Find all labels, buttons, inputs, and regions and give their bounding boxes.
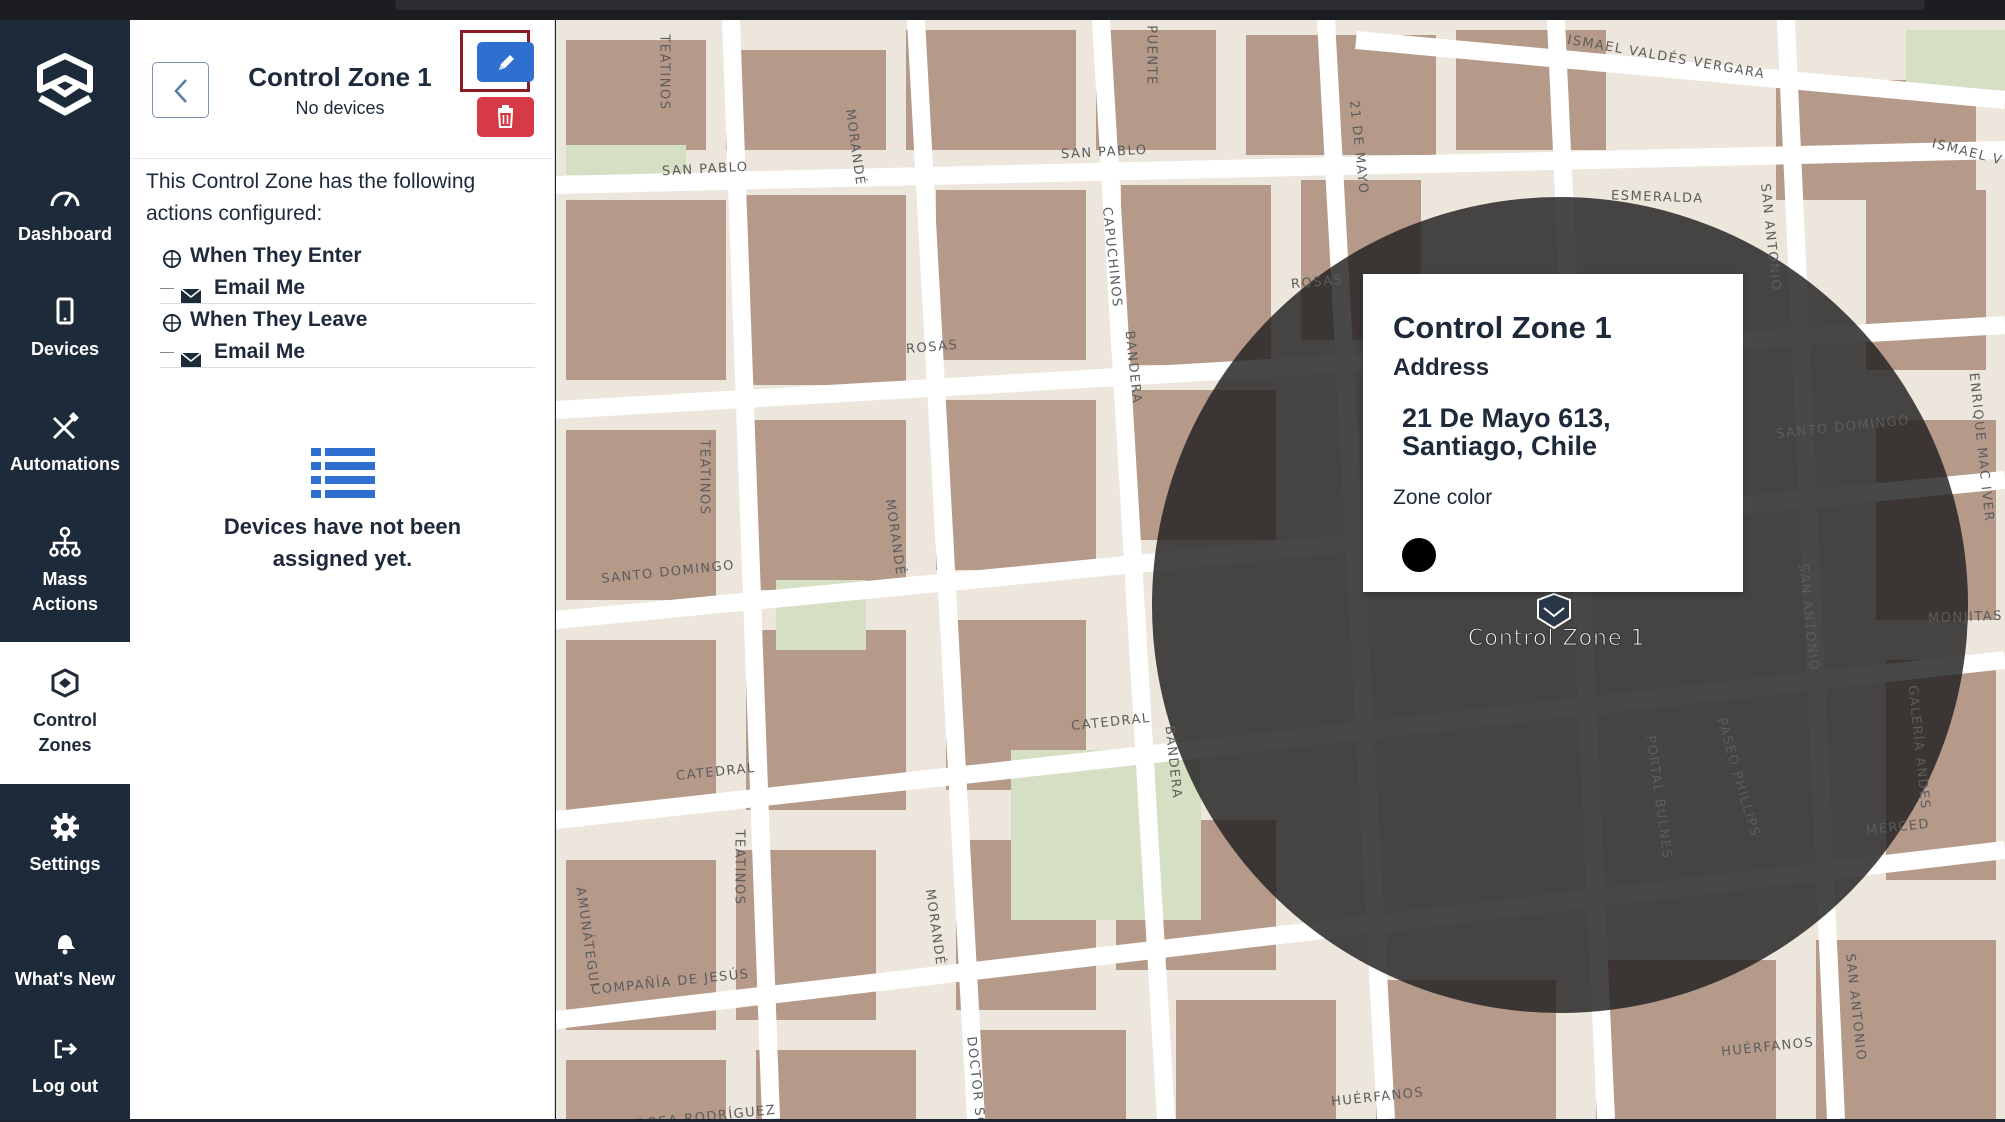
sidebar-item-settings[interactable]: Settings [0,810,130,910]
street-label: TEATINOS [696,439,712,516]
sidebar-item-log-out[interactable]: Log out [0,1032,130,1122]
popup-title: Control Zone 1 [1393,310,1612,345]
action-label: Email Me [214,340,306,363]
actions-intro-text: This Control Zone has the following acti… [146,170,476,225]
trash-icon [497,105,514,128]
device-count-text: No devices [295,98,385,118]
delete-button[interactable] [477,97,534,137]
header-divider [130,158,555,159]
gear-icon [48,810,82,844]
sidebar: Dashboard Devices Automations Mass Actio… [0,20,130,1119]
action-email-me: Email Me [160,336,535,368]
action-email-me: Email Me [160,272,535,304]
address-label: Address [1393,354,1490,381]
zone-info-popup: Control Zone 1 Address 21 De Mayo 613, S… [1363,274,1743,592]
envelope-icon [180,346,202,378]
browser-tab-bar [395,0,1925,10]
control-zone-icon [48,666,82,700]
trigger-when-leave: When They Leave [160,304,535,336]
street-label: PUENTE [1143,25,1159,86]
sidebar-item-label: What's New [14,969,116,989]
sidebar-item-dashboard[interactable]: Dashboard [0,180,130,280]
trigger-when-enter: When They Enter [160,240,535,272]
sidebar-item-label: Dashboard [17,224,113,244]
empty-devices-message: Devices have not been assigned yet. [223,514,462,571]
zone-marker-label: Control Zone 1 [1468,626,1646,652]
browser-top-strip [0,0,2005,20]
action-label: Email Me [214,276,306,299]
sidebar-item-label: Control Zones [33,710,97,755]
zone-color-swatch [1402,538,1436,572]
list-icon [310,448,375,498]
actions-tree: When They Enter Email Me When They Leave… [160,240,535,368]
sidebar-item-control-zones[interactable]: Control Zones [0,642,130,784]
trigger-label: When They Enter [190,244,362,267]
zone-color-label: Zone color [1393,486,1493,509]
gauge-icon [48,180,82,214]
control-zone-panel: Control Zone 1 No devices This Control Z… [130,20,555,1119]
edit-button[interactable] [477,42,534,82]
pencil-icon [499,55,514,70]
chevron-left-icon [174,79,187,103]
device-icon [48,295,82,329]
street-label: ESMERALDA [1610,188,1704,207]
address-value: 21 De Mayo 613, Santiago, Chile [1402,403,1611,461]
street-label: TEATINOS [656,34,672,111]
app-logo-icon[interactable] [30,50,100,130]
map-view[interactable]: SAN PABLO SAN PABLO ROSAS ROSAS SANTO DO… [556,20,2005,1119]
page-title: Control Zone 1 [248,62,432,92]
hierarchy-icon [48,525,82,559]
sidebar-item-label: Mass Actions [31,569,98,614]
sidebar-item-label: Devices [30,339,100,359]
sidebar-item-mass-actions[interactable]: Mass Actions [0,525,130,645]
empty-devices-state: Devices have not been assigned yet. [130,448,555,575]
trigger-label: When They Leave [190,308,368,331]
sidebar-item-automations[interactable]: Automations [0,410,130,510]
bell-icon [48,925,82,959]
street-label: TEATINOS [731,829,747,906]
sidebar-item-devices[interactable]: Devices [0,295,130,395]
sidebar-item-label: Log out [32,1076,98,1096]
street-label: MONJITAS [1927,608,2004,627]
logout-icon [48,1032,82,1066]
sidebar-item-label: Automations [10,454,120,474]
tools-icon [48,410,82,444]
sidebar-item-label: Settings [29,854,101,874]
back-button[interactable] [152,62,209,118]
sidebar-item-whats-new[interactable]: What's New [0,925,130,1025]
map-canvas[interactable] [556,20,2005,1119]
